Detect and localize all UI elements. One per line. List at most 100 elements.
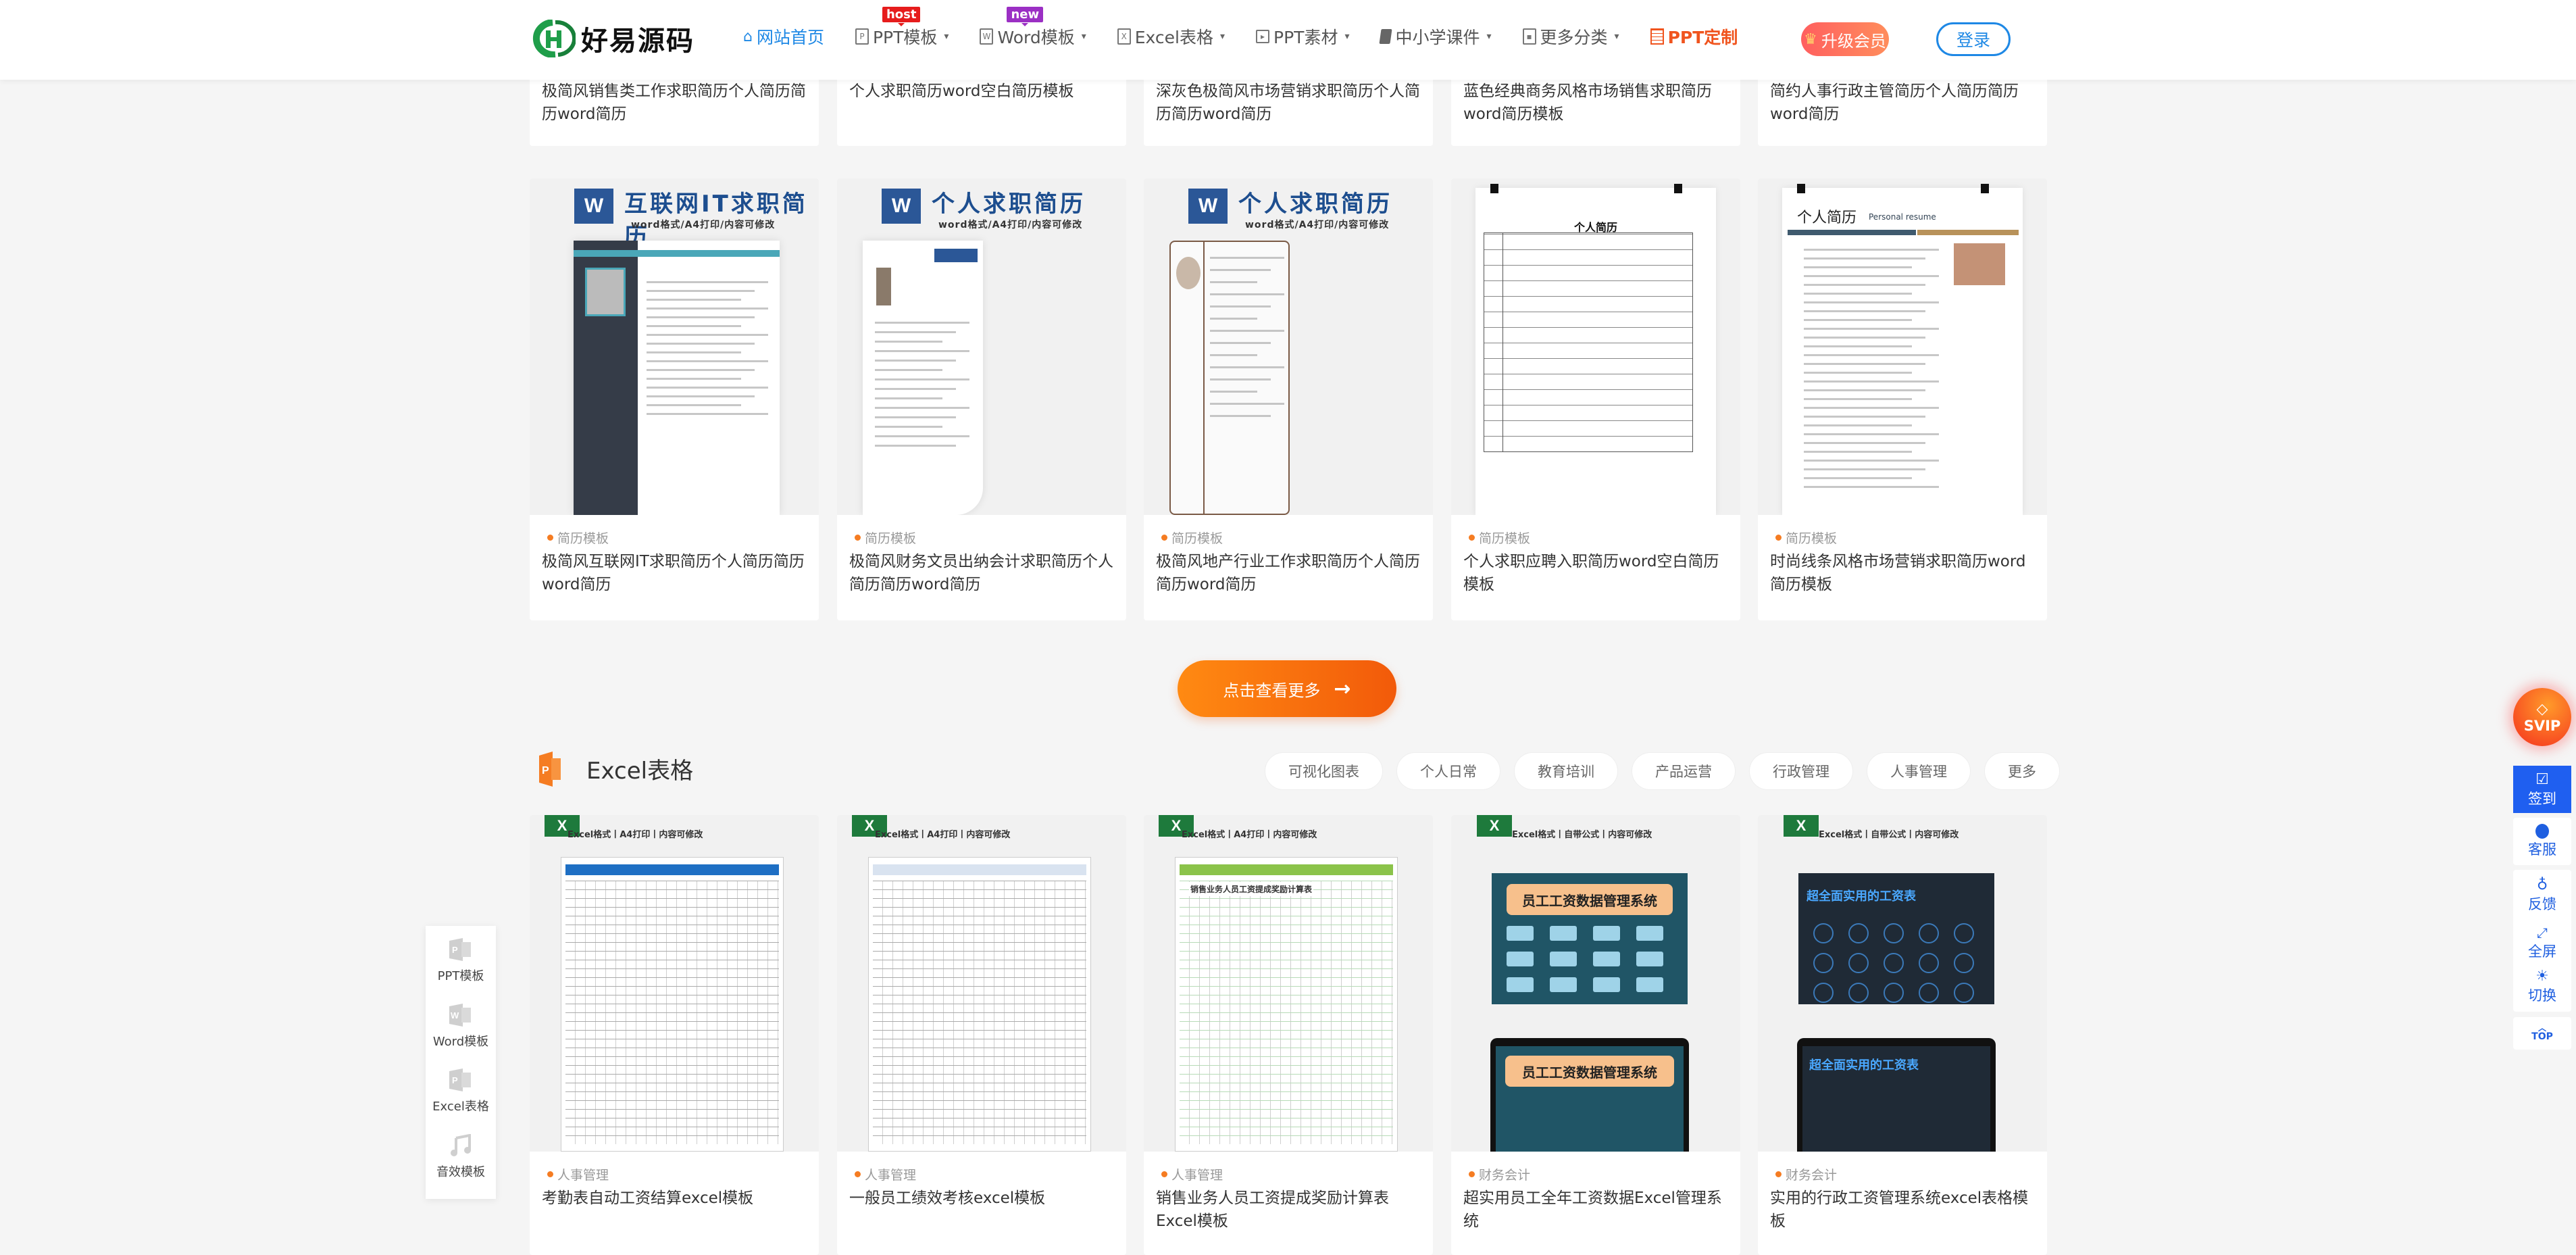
card-thumbnail[interactable]: X Excel格式丨A4打印丨内容可修改 [530, 815, 819, 1152]
fullscreen-button[interactable]: ⤢ 全屏 [2528, 920, 2556, 964]
card-title[interactable]: 实用的行政工资管理系统excel表格模板 [1770, 1187, 2038, 1233]
left-float-label: 音效模板 [436, 1164, 485, 1179]
card-category[interactable]: 财务会计 [1775, 1165, 1837, 1183]
play-square-icon: ▸ [1256, 30, 1270, 43]
card-thumbnail[interactable]: W 互联网IT求职简历 word格式/A4打印/内容可修改 [530, 178, 819, 515]
template-card[interactable]: X Excel格式丨A4打印丨内容可修改人事管理一般员工绩效考核excel模板 [837, 815, 1126, 1255]
excel-logo-icon: X [1477, 815, 1512, 837]
thumb-subheading: Excel格式丨A4打印丨内容可修改 [1182, 830, 1317, 840]
ppt-icon: P [449, 1068, 472, 1091]
card-title[interactable]: 超实用员工全年工资数据Excel管理系统 [1463, 1187, 1731, 1233]
template-card[interactable]: W 个人求职简历 word格式/A4打印/内容可修改简历模板极简风地产行业工作求职简… [1144, 178, 1433, 620]
card-title[interactable]: 个人求职应聘入职简历word空白简历模板 [1463, 550, 1731, 596]
category-tag[interactable]: 教育培训 [1514, 752, 1618, 790]
signin-button[interactable]: ☑ 签到 [2513, 766, 2571, 813]
home-icon: ⌂ [743, 28, 753, 45]
category-tag[interactable]: 个人日常 [1396, 752, 1500, 790]
template-card[interactable]: X Excel格式丨A4打印丨内容可修改 销售业务人员工资提成奖励计算表 人事管理 销售… [1144, 815, 1433, 1255]
thumb-heading: 销售业务人员工资提成奖励计算表 [1189, 882, 1314, 896]
card-thumbnail[interactable]: X Excel格式丨自带公式丨内容可修改 超全面实用的工资表 超全面实用的工资表 [1758, 815, 2047, 1152]
qq-icon [2535, 824, 2549, 839]
resume-preview [863, 241, 983, 515]
card-title[interactable]: 销售业务人员工资提成奖励计算表Excel模板 [1156, 1187, 1423, 1233]
card-title[interactable]: 一般员工绩效考核excel模板 [849, 1187, 1117, 1210]
template-card[interactable]: W 个人求职简历 word格式/A4打印/内容可修改简历模板极简风财务文员出纳会计求… [837, 178, 1126, 620]
card-title[interactable]: 个人求职简历word空白简历模板 [849, 80, 1117, 103]
back-to-top-button[interactable]: ︿ TOP [2513, 1017, 2571, 1050]
nav-ppt-custom[interactable]: PPT定制 [1650, 24, 1738, 49]
card-category[interactable]: 人事管理 [1161, 1165, 1223, 1183]
section-title: Excel表格 [586, 757, 694, 785]
customer-service-button[interactable]: 客服 [2513, 818, 2571, 865]
left-float-item[interactable]: P Excel表格 [432, 1068, 489, 1134]
excel-section-header: P Excel表格 [539, 752, 694, 787]
svg-text:P: P [542, 765, 549, 777]
card-category[interactable]: 人事管理 [547, 1165, 609, 1183]
card-category[interactable]: 人事管理 [855, 1165, 916, 1183]
main-nav: ⌂ 网站首页 host P PPT模板 ▾ new W Word模板 ▾ X E… [743, 7, 1738, 49]
category-tag[interactable]: 更多 [1984, 752, 2060, 790]
nav-more-categories[interactable]: ▪ 更多分类 ▾ [1522, 24, 1619, 49]
card-title[interactable]: 极简风销售类工作求职简历个人简历简历word简历 [542, 80, 809, 126]
left-float-item[interactable]: P PPT模板 [438, 938, 484, 1004]
theme-switch-button[interactable]: ☀ 切换 [2528, 964, 2556, 1008]
nav-home[interactable]: ⌂ 网站首页 [743, 24, 824, 49]
svip-button[interactable]: ◇ SVIP [2513, 688, 2571, 746]
category-tag[interactable]: 可视化图表 [1265, 752, 1383, 790]
card-title[interactable]: 极简风互联网IT求职简历个人简历简历word简历 [542, 550, 809, 596]
category-tag[interactable]: 产品运营 [1632, 752, 1736, 790]
template-card[interactable]: W 互联网IT求职简历 word格式/A4打印/内容可修改简历模板极简风互联网IT求… [530, 178, 819, 620]
card-title[interactable]: 极简风地产行业工作求职简历个人简历简历word简历 [1156, 550, 1423, 596]
chevron-down-icon: ▾ [1614, 31, 1619, 42]
card-category[interactable]: 简历模板 [1775, 528, 1837, 547]
thumb-heading-2: 员工工资数据管理系统 [1505, 1056, 1674, 1087]
logo-text: 好易源码 [581, 26, 694, 57]
card-thumbnail[interactable]: 个人简历 Personal resume [1758, 178, 2047, 515]
template-card[interactable]: 个人简历 Personal resume 简历模板时尚线条风格市场营销求职简历wor… [1758, 178, 2047, 620]
thumb-subheading: word格式/A4打印/内容可修改 [938, 220, 1083, 230]
login-button[interactable]: 登录 [1936, 22, 2011, 56]
card-thumbnail[interactable]: W 个人求职简历 word格式/A4打印/内容可修改 [837, 178, 1126, 515]
template-card[interactable]: X Excel格式丨自带公式丨内容可修改 员工工资数据管理系统 员工工资数据管理系统财… [1451, 815, 1740, 1255]
excel-logo-icon: X [1784, 815, 1819, 837]
category-tag[interactable]: 人事管理 [1867, 752, 1971, 790]
ppt-icon: P [449, 938, 472, 961]
card-category[interactable]: 简历模板 [1161, 528, 1223, 547]
category-tag[interactable]: 行政管理 [1749, 752, 1853, 790]
template-card[interactable]: X Excel格式丨A4打印丨内容可修改人事管理考勤表自动工资结算excel模板 [530, 815, 819, 1255]
sheet-preview: 销售业务人员工资提成奖励计算表 [1175, 857, 1398, 1152]
card-thumbnail[interactable]: W 个人求职简历 word格式/A4打印/内容可修改 [1144, 178, 1433, 515]
thumb-heading: 超全面实用的工资表 [1807, 889, 1916, 904]
nav-ppt[interactable]: host P PPT模板 ▾ [855, 7, 949, 49]
template-card[interactable]: 个人简历简历模板个人求职应聘入职简历word空白简历模板 [1451, 178, 1740, 620]
card-category[interactable]: 简历模板 [855, 528, 916, 547]
card-thumbnail[interactable]: X Excel格式丨A4打印丨内容可修改 销售业务人员工资提成奖励计算表 [1144, 815, 1433, 1152]
card-title[interactable]: 蓝色经典商务风格市场销售求职简历word简历模板 [1463, 80, 1731, 126]
left-float-item[interactable]: 音效模板 [436, 1133, 485, 1200]
card-category[interactable]: 简历模板 [547, 528, 609, 547]
view-more-button[interactable]: 点击查看更多 → [1178, 660, 1396, 717]
thumb-heading-2: 超全面实用的工资表 [1809, 1058, 1919, 1073]
nav-excel[interactable]: X Excel表格 ▾ [1117, 24, 1225, 49]
card-thumbnail[interactable]: X Excel格式丨自带公式丨内容可修改 员工工资数据管理系统 员工工资数据管理系统 [1451, 815, 1740, 1152]
card-thumbnail[interactable]: X Excel格式丨A4打印丨内容可修改 [837, 815, 1126, 1152]
card-category[interactable]: 简历模板 [1469, 528, 1530, 547]
card-title[interactable]: 深灰色极简风市场营销求职简历个人简历简历word简历 [1156, 80, 1423, 126]
card-title[interactable]: 简约人事行政主管简历个人简历简历word简历 [1770, 80, 2038, 126]
card-title[interactable]: 考勤表自动工资结算excel模板 [542, 1187, 809, 1210]
excel-file-icon: X [1117, 28, 1131, 45]
card-category[interactable]: 财务会计 [1469, 1165, 1530, 1183]
left-float-item[interactable]: W Word模板 [433, 1003, 488, 1069]
site-logo[interactable]: 好易源码 [532, 19, 694, 59]
upgrade-vip-button[interactable]: ♛ 升级会员 [1801, 22, 1889, 56]
card-thumbnail[interactable]: 个人简历 [1451, 178, 1740, 515]
card-title[interactable]: 时尚线条风格市场营销求职简历word简历模板 [1770, 550, 2038, 596]
feedback-button[interactable]: ♁ 反馈 [2528, 870, 2556, 920]
chevron-down-icon: ▾ [1081, 31, 1086, 42]
template-card[interactable]: X Excel格式丨自带公式丨内容可修改 超全面实用的工资表 超全面实用的工资表财务会… [1758, 815, 2047, 1255]
nav-word[interactable]: new W Word模板 ▾ [980, 7, 1086, 49]
nav-courseware[interactable]: 中小学课件 ▾ [1379, 24, 1492, 49]
card-title[interactable]: 极简风财务文员出纳会计求职简历个人简历简历word简历 [849, 550, 1117, 596]
nav-ppt-material[interactable]: ▸ PPT素材 ▾ [1256, 24, 1349, 49]
resume-preview [574, 241, 780, 515]
